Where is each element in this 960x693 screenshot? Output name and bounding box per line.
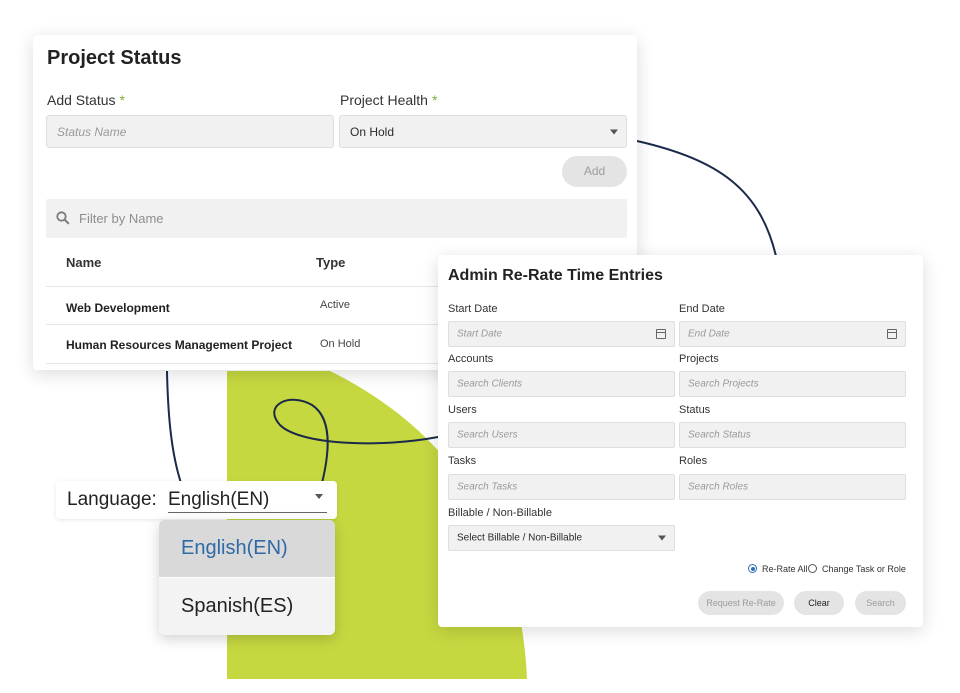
row-name: Human Resources Management Project [66, 338, 293, 352]
add-status-label: Add Status * [47, 92, 125, 108]
billable-select[interactable]: Select Billable / Non-Billable [448, 525, 675, 551]
status-label: Status [679, 404, 711, 416]
connector-loop [273, 398, 439, 484]
change-task-label: Change Task or Role [822, 564, 906, 574]
filter-by-name-input[interactable]: Filter by Name [46, 199, 627, 238]
calendar-icon[interactable] [656, 329, 666, 339]
language-value: English(EN) [168, 489, 270, 510]
project-status-title: Project Status [47, 47, 182, 69]
search-icon [56, 211, 70, 225]
start-date-input[interactable]: Start Date [448, 321, 675, 347]
admin-rerate-title: Admin Re-Rate Time Entries [448, 267, 663, 284]
language-option-english[interactable]: English(EN) [159, 520, 335, 577]
end-date-label: End Date [679, 303, 725, 315]
add-button[interactable]: Add [562, 156, 627, 187]
connector-curve-right [636, 140, 777, 257]
users-search-input[interactable]: Search Users [448, 422, 675, 448]
clear-button[interactable]: Clear [794, 591, 844, 615]
chevron-down-icon [610, 129, 618, 134]
request-rerate-button[interactable]: Request Re-Rate [698, 591, 784, 615]
language-label: Language: [67, 489, 157, 510]
column-header-name[interactable]: Name [66, 255, 101, 270]
start-date-label: Start Date [448, 303, 498, 315]
row-name: Web Development [66, 301, 170, 315]
language-option-spanish[interactable]: Spanish(ES) [159, 578, 335, 635]
tasks-search-input[interactable]: Search Tasks [448, 474, 675, 500]
connector-curve-left [166, 370, 182, 484]
projects-search-input[interactable]: Search Projects [679, 371, 906, 397]
roles-search-input[interactable]: Search Roles [679, 474, 906, 500]
project-health-label: Project Health * [340, 92, 438, 108]
row-type: Active [320, 299, 350, 311]
search-button[interactable]: Search [855, 591, 906, 615]
calendar-icon[interactable] [887, 329, 897, 339]
rerate-all-radio[interactable] [748, 564, 757, 573]
end-date-input[interactable]: End Date [679, 321, 906, 347]
accounts-label: Accounts [448, 353, 494, 365]
status-search-input[interactable]: Search Status [679, 422, 906, 448]
row-type: On Hold [320, 338, 361, 350]
language-dropdown-menu: English(EN) Spanish(ES) [159, 520, 335, 635]
project-health-select[interactable]: On Hold [339, 115, 627, 148]
tasks-label: Tasks [448, 455, 477, 467]
status-name-input[interactable]: Status Name [46, 115, 334, 148]
chevron-down-icon [658, 535, 666, 541]
change-task-radio[interactable] [808, 564, 817, 573]
roles-label: Roles [679, 455, 708, 467]
billable-label: Billable / Non-Billable [448, 507, 552, 519]
column-header-type[interactable]: Type [316, 255, 345, 270]
chevron-down-icon[interactable] [315, 494, 323, 499]
language-selector[interactable]: Language: English(EN) [56, 481, 337, 519]
projects-label: Projects [679, 353, 719, 365]
users-label: Users [448, 404, 477, 416]
accounts-search-input[interactable]: Search Clients [448, 371, 675, 397]
admin-rerate-card: Admin Re-Rate Time Entries Start Date En… [438, 255, 923, 627]
rerate-all-label: Re-Rate All [762, 564, 808, 574]
language-underline [168, 512, 327, 513]
